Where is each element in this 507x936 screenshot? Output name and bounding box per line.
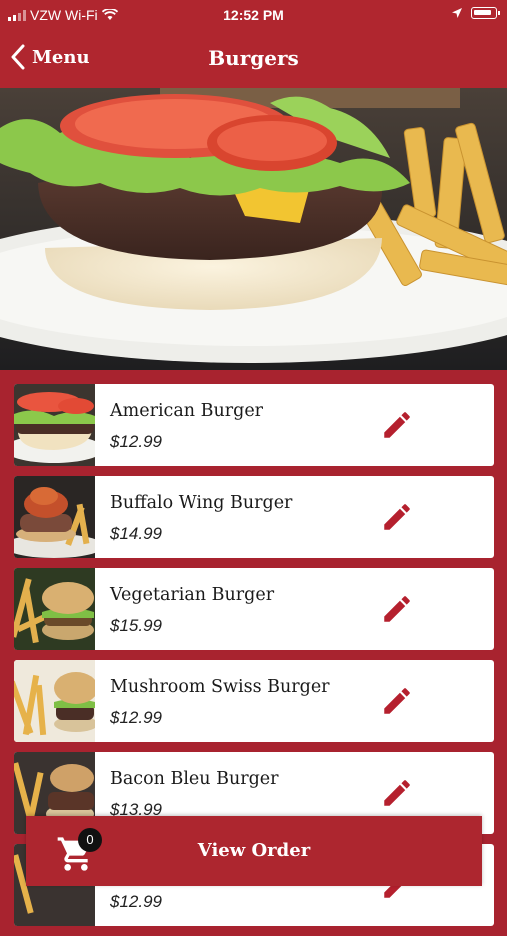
view-order-label: View Order [197, 840, 311, 861]
american-burger-thumbnail [14, 384, 95, 466]
menu-item-american-burger[interactable]: American Burger $12.99 [14, 384, 494, 466]
pencil-icon[interactable] [380, 592, 414, 626]
item-price: $12.99 [110, 892, 162, 911]
status-time: 12:52 PM [223, 7, 284, 23]
item-name: Mushroom Swiss Burger [110, 677, 330, 697]
menu-item-buffalo-wing-burger[interactable]: Buffalo Wing Burger $14.99 [14, 476, 494, 558]
item-price: $15.99 [110, 616, 162, 635]
page-title: Burgers [208, 46, 299, 70]
view-order-button[interactable]: 0 View Order [26, 816, 482, 886]
status-bar: VZW Wi-Fi 12:52 PM [0, 0, 507, 30]
item-name: American Burger [110, 401, 264, 421]
nav-bar: Menu Burgers [0, 30, 507, 88]
item-price: $12.99 [110, 708, 162, 727]
status-right [451, 7, 500, 19]
menu-item-mushroom-swiss-burger[interactable]: Mushroom Swiss Burger $12.99 [14, 660, 494, 742]
item-name: Buffalo Wing Burger [110, 493, 293, 513]
pencil-icon[interactable] [380, 684, 414, 718]
mushroom-swiss-burger-thumbnail [14, 660, 95, 742]
item-name: Bacon Bleu Burger [110, 769, 279, 789]
pencil-icon[interactable] [380, 776, 414, 810]
buffalo-wing-burger-thumbnail [14, 476, 95, 558]
pencil-icon[interactable] [380, 500, 414, 534]
item-name: Vegetarian Burger [110, 585, 275, 605]
pencil-icon[interactable] [380, 408, 414, 442]
battery-icon [471, 7, 500, 19]
item-price: $12.99 [110, 432, 162, 451]
location-arrow-icon [452, 8, 462, 18]
hero-burger-image [0, 88, 507, 370]
item-price: $14.99 [110, 524, 162, 543]
vegetarian-burger-thumbnail [14, 568, 95, 650]
menu-item-vegetarian-burger[interactable]: Vegetarian Burger $15.99 [14, 568, 494, 650]
